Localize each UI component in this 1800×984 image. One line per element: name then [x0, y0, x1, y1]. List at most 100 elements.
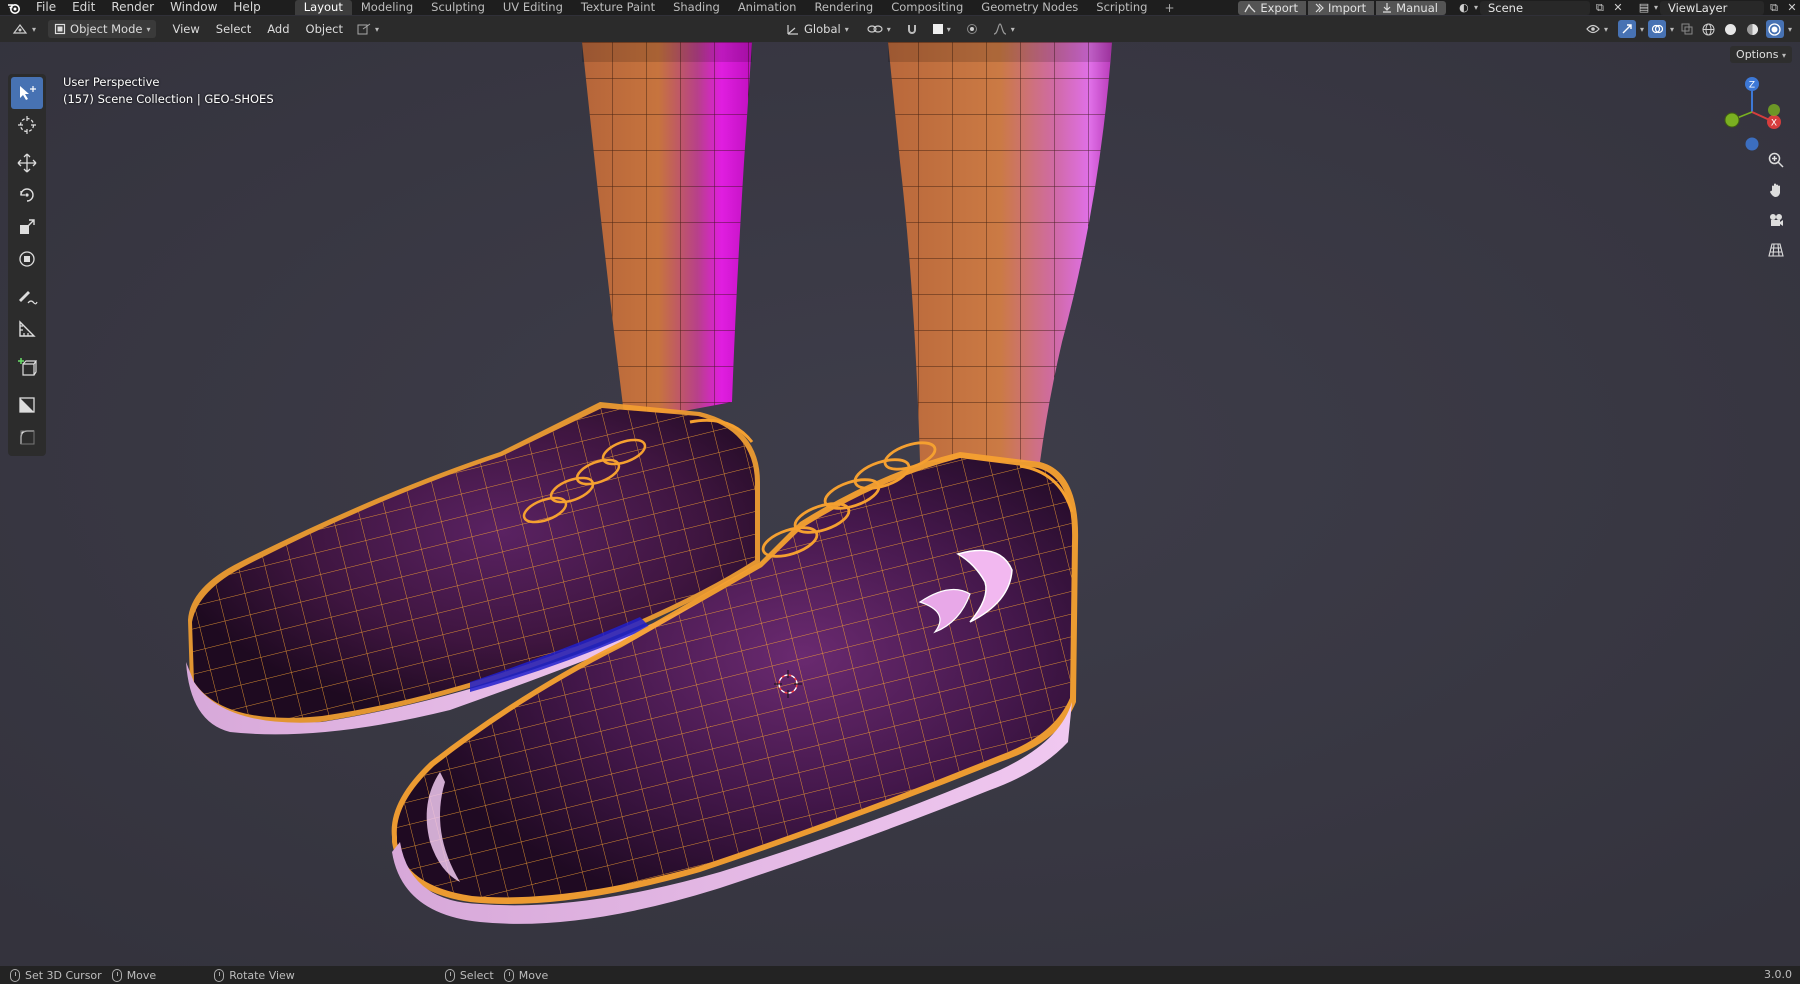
xray-toggle-icon[interactable]: [1678, 20, 1696, 38]
shading-material-icon[interactable]: [1744, 20, 1762, 38]
status-bar: Set 3D Cursor Move Rotate View Select Mo…: [0, 966, 1800, 984]
shading-rendered-icon[interactable]: [1765, 20, 1784, 38]
falloff-curve-icon: [993, 23, 1006, 35]
gizmo-y-axis[interactable]: [1724, 112, 1740, 128]
gizmo-toggle-icon[interactable]: [1617, 20, 1636, 38]
shading-wireframe-icon[interactable]: [1700, 20, 1718, 38]
header-center-group: Global ▾ ▾ ▾ ▾: [780, 20, 1021, 38]
editor-type-button[interactable]: ▾: [6, 20, 42, 38]
view-layer-chevron-down-icon[interactable]: ▾: [1654, 3, 1658, 12]
transform-icon[interactable]: [11, 243, 43, 275]
navigation-controls: [1766, 150, 1786, 260]
overlays-toggle-icon[interactable]: [1647, 20, 1666, 38]
visibility-button[interactable]: ▾: [1580, 20, 1614, 38]
view-layer-field[interactable]: ViewLayer: [1660, 0, 1764, 15]
perspective-grid-icon[interactable]: [1766, 240, 1786, 260]
shading-solid-icon[interactable]: [1722, 20, 1740, 38]
snap-target-button[interactable]: ▾: [927, 20, 957, 38]
overlays-chevron-down-icon[interactable]: ▾: [1670, 25, 1674, 34]
cursor-icon[interactable]: [11, 109, 43, 141]
scene-icon[interactable]: ◐: [1456, 1, 1472, 15]
new-scene-icon[interactable]: ⧉: [1592, 1, 1608, 15]
gizmo-y-neg-axis[interactable]: [1768, 104, 1780, 116]
select-box-icon[interactable]: [11, 77, 43, 109]
gizmo-z-neg-axis[interactable]: [1745, 137, 1759, 151]
scene-render[interactable]: [0, 42, 1800, 966]
camera-icon[interactable]: [1766, 210, 1786, 230]
export-button[interactable]: Export: [1238, 0, 1306, 15]
gizmo-chevron-down-icon[interactable]: ▾: [1640, 25, 1644, 34]
hint-set-3d-cursor: Set 3D Cursor: [10, 968, 102, 982]
proportional-edit-icon[interactable]: [963, 20, 981, 38]
blender-logo-icon[interactable]: [0, 2, 28, 14]
delete-scene-icon[interactable]: ✕: [1610, 1, 1626, 15]
annotate-icon[interactable]: [11, 281, 43, 313]
menu-window[interactable]: Window: [162, 0, 225, 15]
header-menu-view[interactable]: View: [164, 22, 207, 36]
delete-view-layer-icon[interactable]: ✕: [1784, 1, 1800, 15]
editor-type-chevron-down-icon: ▾: [32, 24, 37, 34]
options-dropdown[interactable]: Options ▾: [1730, 46, 1792, 63]
pan-hand-icon[interactable]: [1766, 180, 1786, 200]
measure-icon[interactable]: [11, 313, 43, 345]
export-label: Export: [1260, 0, 1298, 15]
scene-name: Scene: [1487, 0, 1524, 15]
menu-render[interactable]: Render: [103, 0, 162, 15]
3d-viewport[interactable]: Options ▾ User Perspective (157) Scene C…: [0, 42, 1800, 966]
tab-texture-paint[interactable]: Texture Paint: [572, 0, 664, 15]
orientation-dropdown[interactable]: Global ▾: [780, 20, 855, 38]
hint-label: Set 3D Cursor: [25, 968, 102, 982]
topbar-right-group: Export Import Manual ◐ ▾ Scene ⧉ ✕ ▤ ▾ V…: [1238, 0, 1800, 15]
tab-animation[interactable]: Animation: [729, 0, 806, 15]
rotate-icon[interactable]: [11, 179, 43, 211]
scene-name-field[interactable]: Scene: [1479, 0, 1590, 15]
tab-shading[interactable]: Shading: [664, 0, 729, 15]
proportional-falloff-button[interactable]: ▾: [987, 20, 1021, 38]
shade-icon[interactable]: [11, 389, 43, 421]
tab-layout[interactable]: Layout: [294, 0, 352, 15]
collection-label: (157) Scene Collection | GEO-SHOES: [63, 92, 274, 106]
mouse-left-icon: [10, 968, 20, 982]
editor-type-icon: [12, 24, 28, 34]
mode-dropdown[interactable]: Object Mode ▾: [48, 20, 157, 38]
view-layer-icon[interactable]: ▤: [1636, 1, 1652, 15]
tab-sculpting[interactable]: Sculpting: [422, 0, 494, 15]
tab-compositing[interactable]: Compositing: [882, 0, 972, 15]
import-button[interactable]: Import: [1308, 0, 1375, 15]
zoom-icon[interactable]: [1766, 150, 1786, 170]
menu-edit[interactable]: Edit: [64, 0, 103, 15]
gizmo-z-label: Z: [1749, 81, 1755, 91]
navigation-gizmo[interactable]: Z X: [1716, 72, 1786, 152]
orientation-icon: [787, 25, 798, 35]
tab-modeling[interactable]: Modeling: [352, 0, 422, 15]
add-workspace-button[interactable]: +: [1156, 1, 1182, 15]
scene-chevron-down-icon[interactable]: ▾: [1474, 3, 1478, 12]
menu-file[interactable]: File: [28, 0, 64, 15]
mode-label: Object Mode: [70, 22, 143, 36]
new-view-layer-icon[interactable]: ⧉: [1766, 1, 1782, 15]
header-menu-select[interactable]: Select: [208, 22, 259, 36]
header-menu-object[interactable]: Object: [298, 22, 351, 36]
snap-toggle-icon[interactable]: [903, 20, 921, 38]
tab-uv-editing[interactable]: UV Editing: [494, 0, 572, 15]
hint-label: Select: [459, 968, 494, 982]
header-menu-add[interactable]: Add: [259, 22, 297, 36]
top-menu-bar: File Edit Render Window Help Layout Mode…: [0, 0, 1800, 15]
manual-label: Manual: [1396, 0, 1438, 15]
mouse-drag-icon: [111, 968, 122, 982]
scale-icon[interactable]: [11, 211, 43, 243]
tab-rendering[interactable]: Rendering: [805, 0, 882, 15]
transform-affect-button[interactable]: ▾: [351, 20, 385, 38]
manual-button[interactable]: Manual: [1376, 0, 1446, 15]
pivot-point-button[interactable]: ▾: [861, 20, 897, 38]
header-right-group: ▾ ▾ ▾ ▾: [1580, 20, 1792, 38]
tab-geometry-nodes[interactable]: Geometry Nodes: [972, 0, 1087, 15]
mouse-right-drag-icon: [503, 968, 514, 982]
add-cube-icon[interactable]: [11, 351, 43, 383]
tab-scripting[interactable]: Scripting: [1087, 0, 1156, 15]
move-icon[interactable]: [11, 147, 43, 179]
shading-chevron-down-icon[interactable]: ▾: [1788, 25, 1792, 34]
menu-help[interactable]: Help: [225, 0, 268, 15]
blender-window: File Edit Render Window Help Layout Mode…: [0, 0, 1800, 984]
bevel-icon[interactable]: [11, 421, 43, 453]
